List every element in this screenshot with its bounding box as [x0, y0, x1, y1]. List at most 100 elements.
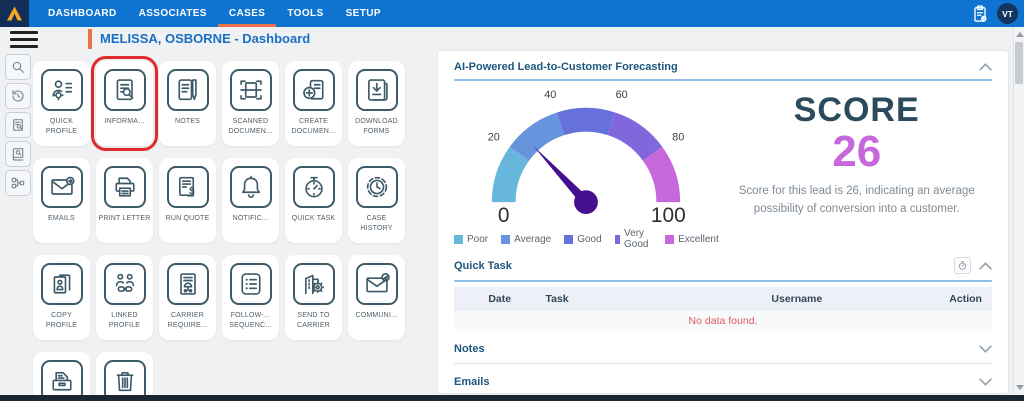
chevron-down-icon: [979, 345, 992, 353]
score-description: Score for this lead is 26, indicating an…: [719, 183, 995, 219]
tile-label: CASE HISTORY: [348, 214, 405, 234]
notes-expand-button[interactable]: [979, 345, 992, 353]
tile-create-document[interactable]: CREATE DOCUMEN...: [285, 61, 342, 146]
empty-state-message: No data found.: [454, 311, 992, 331]
tile-case-history[interactable]: CASE HISTORY: [348, 158, 405, 243]
tile-label: NOTES: [173, 117, 202, 127]
tile-communication[interactable]: COMMUNI...: [348, 255, 405, 340]
nav-menu: DASHBOARD ASSOCIATES CASES TOOLS SETUP: [37, 0, 392, 27]
tile-label: CREATE DOCUMEN...: [285, 117, 342, 137]
tile-notifications[interactable]: NOTIFIC...: [222, 158, 279, 243]
quick-task-collapse-button[interactable]: [979, 262, 992, 270]
gauge-tick-60: 60: [616, 89, 628, 101]
legend-swatch: [665, 235, 674, 244]
quick-task-header: Quick Task: [454, 257, 992, 274]
tile-run-quote[interactable]: $ RUN QUOTE: [159, 158, 216, 243]
book-search-icon[interactable]: [5, 141, 31, 167]
nav-item-dashboard[interactable]: DASHBOARD: [37, 0, 128, 27]
column-header-task: Task: [545, 293, 771, 305]
nav-item-associates[interactable]: ASSOCIATES: [128, 0, 218, 27]
tile-information[interactable]: INFORMA...: [96, 61, 153, 146]
notifications-icon: [230, 166, 272, 208]
action-tile-grid: QUICK PROFILE INFORMA... NOTES SCANNED D…: [33, 61, 428, 401]
nav-item-setup[interactable]: SETUP: [335, 0, 392, 27]
user-avatar[interactable]: VT: [997, 3, 1018, 24]
quick-task-table-header: Date Task Username Action: [454, 287, 992, 311]
quick-task-icon: [293, 166, 335, 208]
tile-label: QUICK TASK: [290, 214, 338, 224]
emails-section: Emails: [454, 376, 992, 397]
legend-item-excellent: Excellent: [665, 228, 719, 250]
column-header-date: Date: [454, 293, 545, 305]
scanned-documents-icon: [230, 69, 272, 111]
vertical-scrollbar[interactable]: [1013, 27, 1024, 395]
record-search-icon[interactable]: [5, 112, 31, 138]
quick-task-section: Quick Task Date Task Username Action No …: [454, 257, 992, 331]
brand-logo[interactable]: [0, 0, 29, 27]
search-icon[interactable]: [5, 54, 31, 80]
legend-swatch: [564, 235, 573, 244]
tile-carrier-requirements[interactable]: CARRIER REQUIRE...: [159, 255, 216, 340]
nav-item-tools[interactable]: TOOLS: [276, 0, 334, 27]
quick-profile-icon: [41, 69, 83, 111]
tile-label: SEND TO CARRIER: [285, 311, 342, 331]
forecast-collapse-button[interactable]: [979, 63, 992, 71]
tile-label: CARRIER REQUIRE...: [159, 311, 216, 331]
follow-up-sequence-icon: [230, 263, 272, 305]
gauge-tick-20: 20: [488, 132, 500, 144]
brand-a-icon: [6, 6, 23, 21]
legend-item-average: Average: [501, 228, 551, 250]
legend-item-very-good: Very Good: [615, 228, 652, 250]
emails-expand-button[interactable]: [979, 378, 992, 386]
tile-linked-profile[interactable]: LINKED PROFILE: [96, 255, 153, 340]
create-document-icon: [293, 69, 335, 111]
tile-print-letter[interactable]: PRINT LETTER: [96, 158, 153, 243]
chevron-down-icon: [979, 378, 992, 386]
gauge-tick-80: 80: [673, 132, 685, 144]
left-toolbar: [5, 54, 31, 196]
nav-right: VT: [970, 0, 1024, 27]
tile-quick-profile[interactable]: QUICK PROFILE: [33, 61, 90, 146]
scrollbar-down-arrow[interactable]: [1016, 385, 1024, 390]
page-title: MELISSA, OSBORNE - Dashboard: [88, 29, 310, 49]
tile-copy-profile[interactable]: COPY PROFILE: [33, 255, 90, 340]
forecast-underline: [454, 79, 992, 81]
dashboard-panel: AI-Powered Lead-to-Customer Forecasting …: [437, 50, 1009, 394]
linked-profile-icon: [104, 263, 146, 305]
gauge-tick-100: 100: [651, 204, 686, 227]
tile-follow-up-sequence[interactable]: FOLLOW-... SEQUENC...: [222, 255, 279, 340]
quick-task-add-button[interactable]: [954, 257, 971, 274]
gauge-band-good: [557, 108, 615, 135]
history-icon[interactable]: [5, 83, 31, 109]
tile-label: NOTIFIC...: [231, 214, 271, 224]
chevron-up-icon: [979, 262, 992, 270]
forecast-title: AI-Powered Lead-to-Customer Forecasting: [454, 61, 678, 73]
forecast-section-header: AI-Powered Lead-to-Customer Forecasting: [454, 61, 992, 73]
score-value: 26: [832, 129, 881, 175]
top-navbar: DASHBOARD ASSOCIATES CASES TOOLS SETUP V…: [0, 0, 1024, 27]
gauge-tick-40: 40: [545, 89, 557, 101]
tile-emails[interactable]: EMAILS: [33, 158, 90, 243]
tile-label: DOWNLOAD FORMS: [348, 117, 405, 137]
tile-archive[interactable]: [33, 352, 90, 401]
tile-notes[interactable]: NOTES: [159, 61, 216, 146]
tile-label: QUICK PROFILE: [33, 117, 90, 137]
window-bottom-edge: [0, 395, 1024, 401]
hamburger-menu-icon[interactable]: [10, 31, 38, 52]
gauge-svg: 0 20 40 60 80 100: [467, 83, 705, 227]
carrier-requirements-icon: [167, 263, 209, 305]
workflow-icon[interactable]: [5, 170, 31, 196]
tile-send-to-carrier[interactable]: SEND TO CARRIER: [285, 255, 342, 340]
tile-trash[interactable]: [96, 352, 153, 401]
tile-label: PRINT LETTER: [96, 214, 152, 224]
nav-item-cases[interactable]: CASES: [218, 0, 276, 27]
clipboard-icon[interactable]: [970, 4, 990, 24]
scrollbar-up-arrow[interactable]: [1016, 32, 1024, 37]
chevron-up-icon: [979, 63, 992, 71]
tile-download-forms[interactable]: DOWNLOAD FORMS: [348, 61, 405, 146]
run-quote-icon: $: [167, 166, 209, 208]
scrollbar-thumb[interactable]: [1015, 42, 1023, 84]
tile-scanned-documents[interactable]: SCANNED DOCUMEN...: [222, 61, 279, 146]
copy-profile-icon: [41, 263, 83, 305]
tile-quick-task[interactable]: QUICK TASK: [285, 158, 342, 243]
